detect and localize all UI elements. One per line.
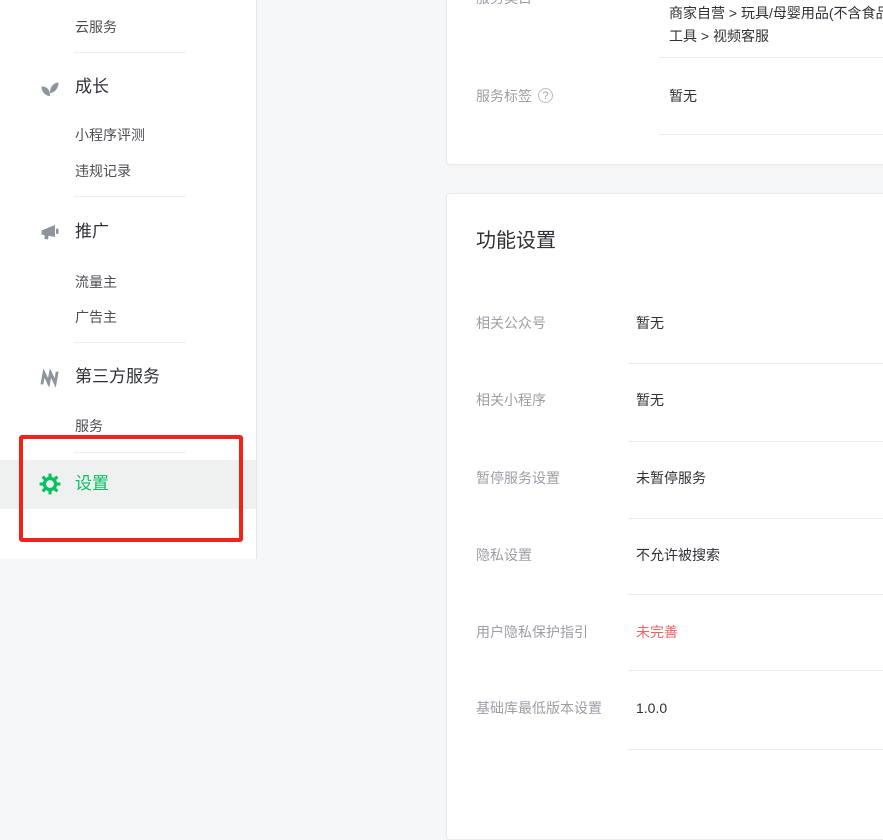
related-mini-program-label: 相关小程序 [476, 391, 546, 410]
sidebar-item-service[interactable]: 服务 [75, 416, 103, 436]
related-mini-program-value: 暂无 [636, 391, 664, 410]
service-category-line-2: 工具 > 视频客服 [669, 25, 883, 48]
row-divider [628, 518, 883, 519]
sidebar-item-violation-record[interactable]: 违规记录 [75, 161, 131, 181]
row-divider [659, 57, 883, 58]
gear-icon [39, 473, 61, 495]
sidebar-item-third-party[interactable]: 第三方服务 [75, 366, 160, 388]
row-divider [628, 441, 883, 442]
megaphone-icon [39, 222, 61, 244]
third-party-icon [39, 367, 61, 389]
sprout-icon [39, 77, 61, 99]
sidebar-item-settings-label: 设置 [75, 473, 109, 495]
user-privacy-guide-status: 未完善 [636, 623, 678, 642]
sidebar: 云服务 成长 小程序评测 违规记录 推广 流量主 广告主 [0, 0, 257, 559]
sidebar-item-promotion[interactable]: 推广 [75, 221, 109, 243]
question-mark-icon[interactable]: ? [538, 88, 553, 103]
sidebar-divider [74, 196, 186, 197]
privacy-settings-label: 隐私设置 [476, 546, 532, 565]
sidebar-item-growth[interactable]: 成长 [75, 76, 109, 98]
sidebar-divider [74, 342, 186, 343]
related-official-account-label: 相关公众号 [476, 314, 546, 333]
suspend-service-label: 暂停服务设置 [476, 469, 560, 488]
function-settings-title: 功能设置 [476, 228, 556, 254]
sidebar-item-settings[interactable]: 设置 [0, 460, 256, 509]
base-library-version-label: 基础库最低版本设置 [476, 699, 602, 718]
base-library-version-value: 1.0.0 [636, 699, 667, 718]
service-category-value: 商家自营 > 玩具/母婴用品(不含食品 工具 > 视频客服 [669, 2, 883, 48]
service-category-label: 服务类目 [476, 0, 532, 8]
row-divider [628, 749, 883, 750]
user-privacy-guide-label: 用户隐私保护指引 [476, 623, 588, 642]
service-info-card: 服务类目 商家自营 > 玩具/母婴用品(不含食品 工具 > 视频客服 服务标签 … [446, 0, 883, 165]
sidebar-divider [74, 452, 186, 453]
service-category-line-1: 商家自营 > 玩具/母婴用品(不含食品 [669, 2, 883, 25]
sidebar-divider [74, 52, 186, 53]
row-divider [659, 134, 883, 135]
privacy-settings-value: 不允许被搜索 [636, 546, 720, 565]
suspend-service-value: 未暂停服务 [636, 469, 706, 488]
row-divider [628, 594, 883, 595]
row-divider [628, 670, 883, 671]
sidebar-item-advertiser[interactable]: 广告主 [75, 307, 117, 327]
sidebar-item-mini-program-review[interactable]: 小程序评测 [75, 125, 145, 145]
function-settings-card: 功能设置 相关公众号 暂无 相关小程序 暂无 暂停服务设置 未暂停服务 隐私设置… [446, 193, 883, 840]
row-divider [628, 363, 883, 364]
sidebar-item-traffic-owner[interactable]: 流量主 [75, 272, 117, 292]
service-tag-label: 服务标签 [476, 87, 532, 106]
sidebar-item-cloud-service[interactable]: 云服务 [75, 17, 117, 37]
related-official-account-value: 暂无 [636, 314, 664, 333]
service-tag-value: 暂无 [669, 87, 697, 106]
